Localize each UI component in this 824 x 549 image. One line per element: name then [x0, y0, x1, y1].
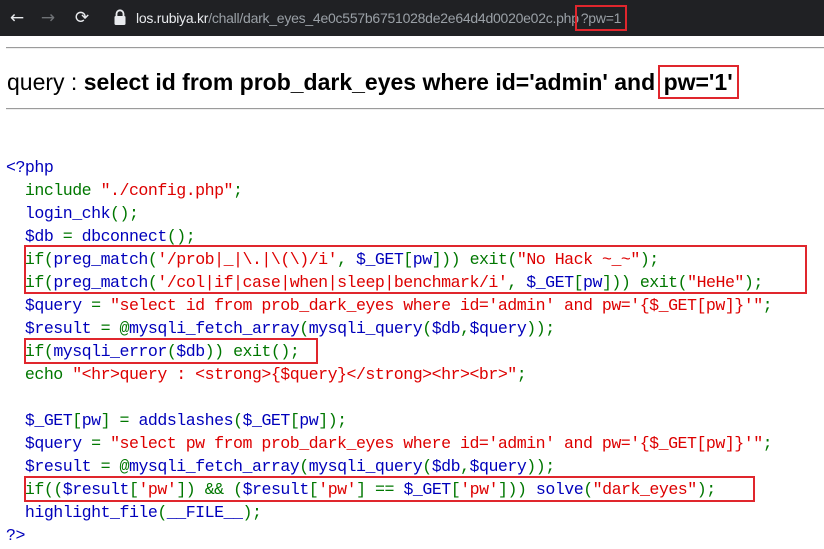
code-line: $query = "select id from prob_dark_eyes … [6, 296, 773, 315]
code-line: $query = "select pw from prob_dark_eyes … [6, 434, 773, 453]
code-line: if(preg_match('/prob|_|\.|\(\)/i', $_GET… [24, 250, 659, 269]
code-line: highlight_file(__FILE__); [6, 503, 262, 522]
horizontal-rule-bottom [6, 108, 824, 110]
url-path: /chall/dark_eyes_4e0c557b6751028de2e64d4… [208, 10, 579, 26]
forward-arrow-icon[interactable]: → [36, 6, 60, 30]
query-display: query : select id from prob_dark_eyes wh… [7, 65, 739, 99]
query-prefix: query : [7, 69, 84, 95]
browser-toolbar: ← → ⟳ los.rubiya.kr/chall/dark_eyes_4e0c… [0, 0, 824, 36]
url-query-highlighted: ?pw=1 [574, 5, 628, 31]
code-line: if(mysqli_error($db)) exit(); [24, 342, 300, 361]
php-source-code: <?php include "./config.php"; login_chk(… [6, 156, 773, 547]
lock-icon[interactable] [113, 9, 127, 26]
query-pw-highlighted: pw='1' [657, 65, 739, 99]
code-line: $db = dbconnect(); [6, 227, 196, 246]
code-line: echo "<hr>query : <strong>{$query}</stro… [6, 365, 527, 384]
code-line: include "./config.php"; [6, 181, 243, 200]
code-line: $_GET[pw] = addslashes($_GET[pw]); [6, 411, 347, 430]
back-arrow-icon[interactable]: ← [5, 6, 29, 30]
code-line: $result = @mysqli_fetch_array(mysqli_que… [6, 319, 555, 338]
code-line: ?> [6, 526, 25, 545]
reload-icon[interactable]: ⟳ [70, 6, 94, 30]
code-line: $result = @mysqli_fetch_array(mysqli_que… [6, 457, 555, 476]
url-host: los.rubiya.kr [136, 10, 209, 26]
code-line: if(($result['pw']) && ($result['pw'] == … [24, 480, 716, 499]
query-sql: select id from prob_dark_eyes where id='… [83, 69, 662, 95]
code-line: <?php [6, 158, 54, 177]
code-line: login_chk(); [6, 204, 139, 223]
address-bar[interactable]: los.rubiya.kr/chall/dark_eyes_4e0c557b67… [136, 5, 628, 31]
horizontal-rule-top [6, 47, 824, 49]
code-line: if(preg_match('/col|if|case|when|sleep|b… [24, 273, 763, 292]
